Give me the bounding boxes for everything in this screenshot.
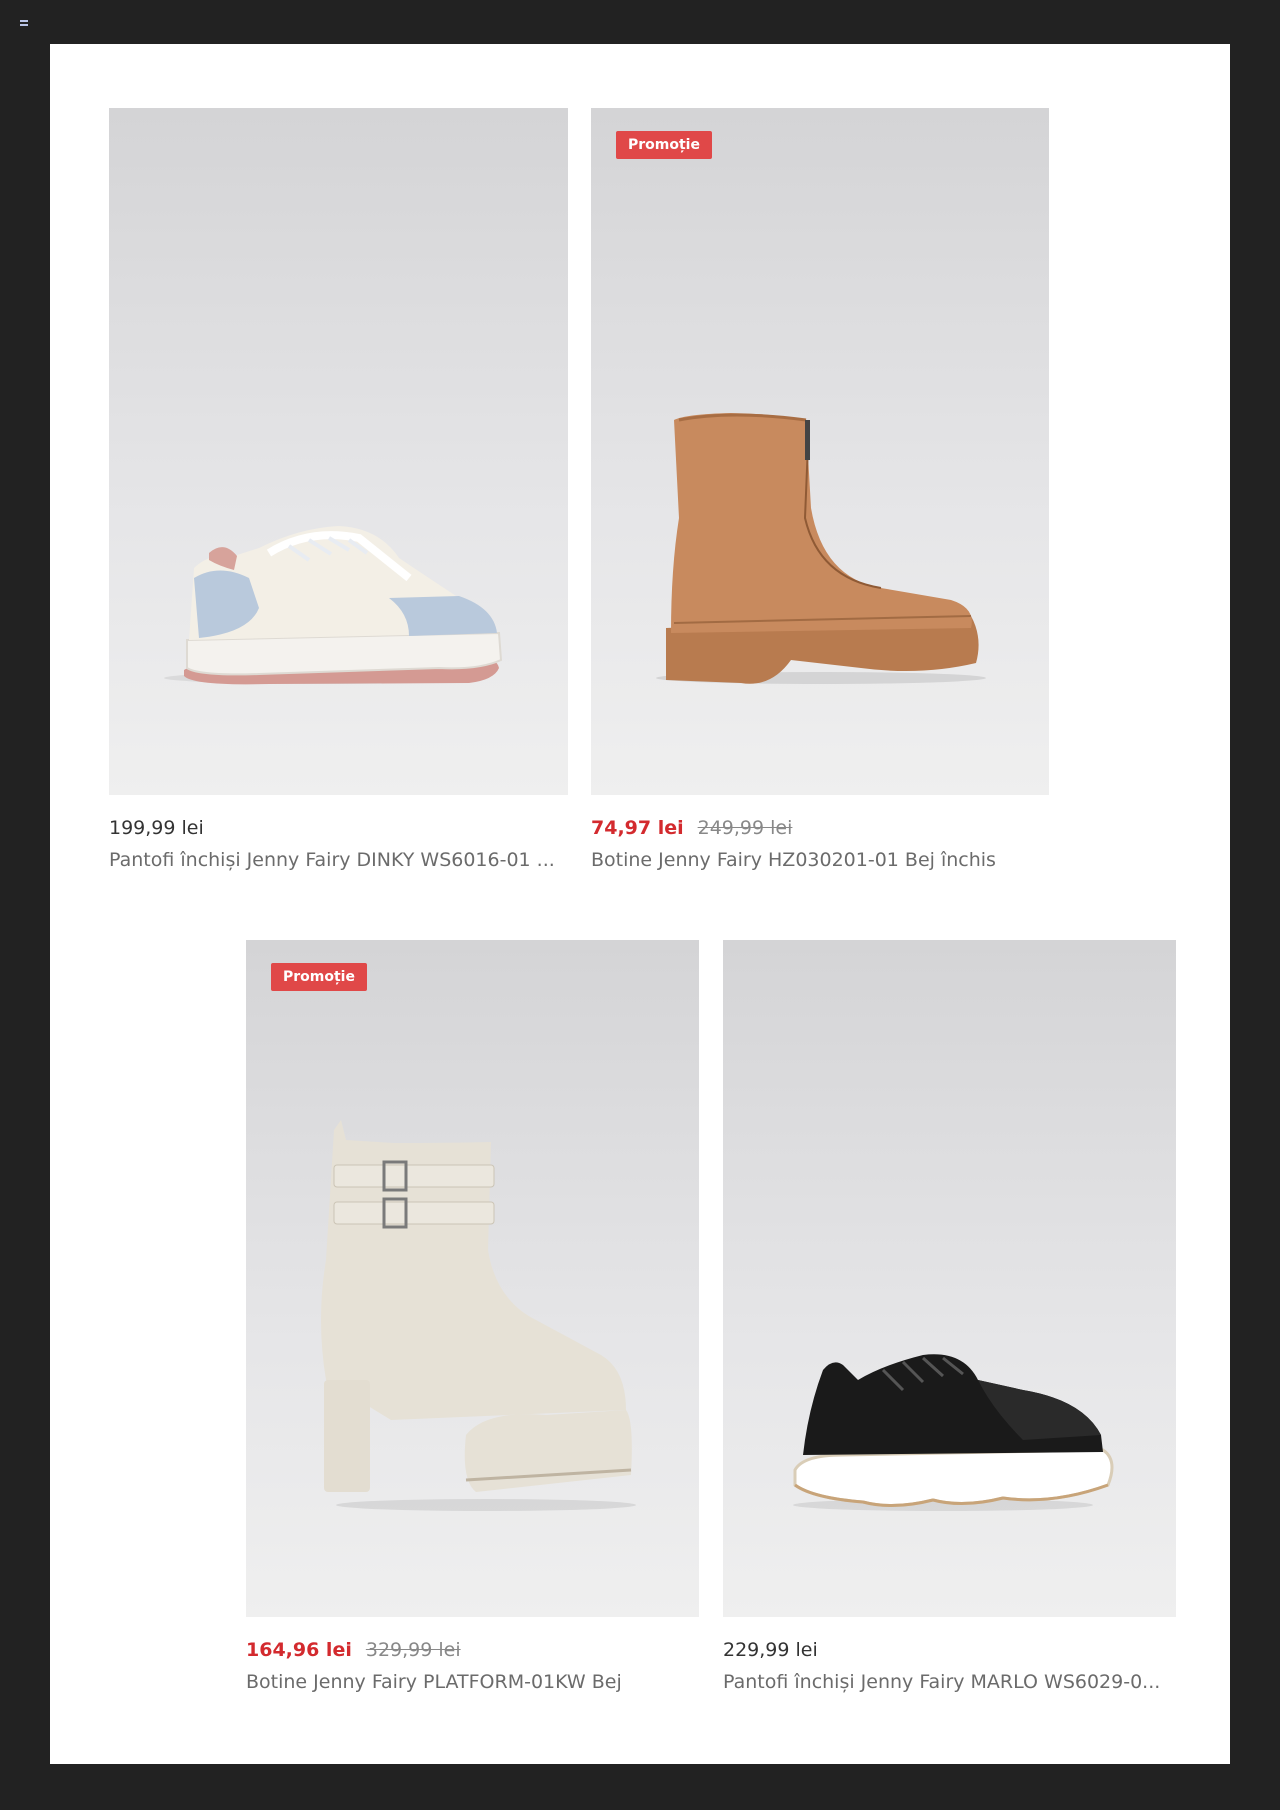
product-card[interactable]: Promoție 164,96 lei 329,99 lei Botine Jen… [246,940,699,1695]
sale-price: 164,96 lei [246,1639,352,1661]
product-image[interactable]: Promoție [591,108,1049,795]
menu-icon[interactable] [20,20,28,26]
product-image[interactable] [723,940,1176,1617]
product-title[interactable]: Pantofi închiși Jenny Fairy DINKY WS6016… [109,847,568,873]
old-price: 249,99 lei [697,817,793,839]
price-row: 229,99 lei [723,1637,1176,1663]
product-image[interactable] [109,108,568,795]
product-card[interactable]: 199,99 lei Pantofi închiși Jenny Fairy D… [109,108,568,873]
product-card[interactable]: 229,99 lei Pantofi închiși Jenny Fairy M… [723,940,1176,1695]
sale-price: 74,97 lei [591,817,684,839]
price-row: 199,99 lei [109,815,568,841]
price-row: 74,97 lei 249,99 lei [591,815,1049,841]
price-row: 164,96 lei 329,99 lei [246,1637,699,1663]
product-sheet: 199,99 lei Pantofi închiși Jenny Fairy D… [50,44,1230,1764]
product-price: 199,99 lei [109,817,204,839]
brown-boot-image [656,413,986,684]
product-title[interactable]: Botine Jenny Fairy HZ030201-01 Bej închi… [591,847,1049,873]
old-price: 329,99 lei [365,1639,461,1661]
sneaker-pastel-image [164,526,503,685]
product-card[interactable]: Promoție 74,97 lei 249,99 lei Botine Jenn… [591,108,1049,873]
cream-platform-boot-image [321,1120,636,1511]
black-sneaker-image [793,1354,1114,1511]
product-title[interactable]: Pantofi închiși Jenny Fairy MARLO WS6029… [723,1669,1176,1695]
product-title[interactable]: Botine Jenny Fairy PLATFORM-01KW Bej [246,1669,699,1695]
product-price: 229,99 lei [723,1639,818,1661]
product-image[interactable]: Promoție [246,940,699,1617]
